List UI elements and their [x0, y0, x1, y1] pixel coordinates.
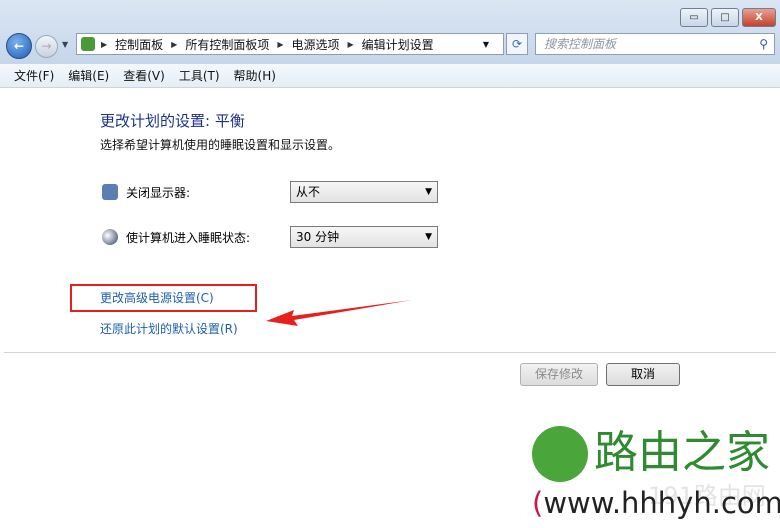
logo-leaf-icon	[532, 426, 588, 482]
divider	[4, 352, 776, 353]
address-dropdown-icon[interactable]: ▼	[483, 40, 489, 49]
display-label: 关闭显示器:	[126, 185, 191, 200]
restore-defaults-link[interactable]: 还原此计划的默认设置(R)	[100, 320, 238, 337]
chevron-down-icon: ▼	[425, 187, 432, 197]
menu-tools[interactable]: 工具(T)	[179, 67, 220, 84]
sleep-moon-icon	[102, 229, 118, 245]
separator-icon: ▶	[171, 39, 178, 49]
address-bar[interactable]: ▶ 控制面板 ▶ 所有控制面板项 ▶ 电源选项 ▶ 编辑计划设置 ▼	[76, 33, 504, 55]
separator-icon: ▶	[101, 39, 108, 49]
page-subtitle: 选择希望计算机使用的睡眠设置和显示设置。	[100, 138, 341, 152]
search-input[interactable]: 搜索控制面板 ⚲	[535, 33, 775, 55]
annotation-arrow	[266, 300, 412, 326]
sleep-label: 使计算机进入睡眠状态:	[126, 230, 251, 245]
highlight-box	[70, 284, 257, 312]
breadcrumb-item[interactable]: 控制面板	[115, 36, 163, 53]
sleep-select[interactable]: 30 分钟 ▼	[290, 226, 438, 248]
breadcrumb-item[interactable]: 电源选项	[292, 36, 340, 53]
search-icon[interactable]: ⚲	[759, 34, 768, 54]
forward-button[interactable]: →	[35, 35, 58, 58]
separator-icon: ▶	[277, 39, 284, 49]
sleep-value: 30 分钟	[296, 230, 340, 244]
menu-edit[interactable]: 编辑(E)	[68, 67, 109, 84]
separator-icon: ▶	[347, 39, 354, 49]
control-panel-icon	[81, 37, 95, 51]
chevron-down-icon: ▼	[425, 232, 432, 242]
breadcrumb-item[interactable]: 编辑计划设置	[362, 36, 434, 53]
back-button[interactable]: ←	[6, 33, 32, 59]
display-value: 从不	[296, 185, 321, 199]
watermark-logo: 路由之家 191路由网 (www.hhhyh.com)	[532, 426, 780, 520]
menu-help[interactable]: 帮助(H)	[234, 67, 276, 84]
refresh-button[interactable]: ⟳	[506, 33, 528, 55]
breadcrumb-item[interactable]: 所有控制面板项	[185, 36, 269, 53]
menu-bar: 文件(F) 编辑(E) 查看(V) 工具(T) 帮助(H)	[0, 64, 780, 88]
menu-view[interactable]: 查看(V)	[123, 67, 165, 84]
save-button[interactable]: 保存修改	[520, 363, 598, 386]
display-off-select[interactable]: 从不 ▼	[290, 181, 438, 203]
history-dropdown-icon[interactable]: ▼	[62, 40, 68, 49]
maximize-button[interactable]: □	[711, 8, 739, 27]
page-title: 更改计划的设置: 平衡	[100, 112, 245, 130]
minimize-button[interactable]: ▭	[680, 8, 708, 27]
cancel-button[interactable]: 取消	[606, 363, 680, 386]
close-button[interactable]: X	[742, 8, 776, 27]
menu-file[interactable]: 文件(F)	[14, 67, 54, 84]
search-placeholder: 搜索控制面板	[544, 37, 617, 51]
monitor-icon	[102, 184, 118, 200]
